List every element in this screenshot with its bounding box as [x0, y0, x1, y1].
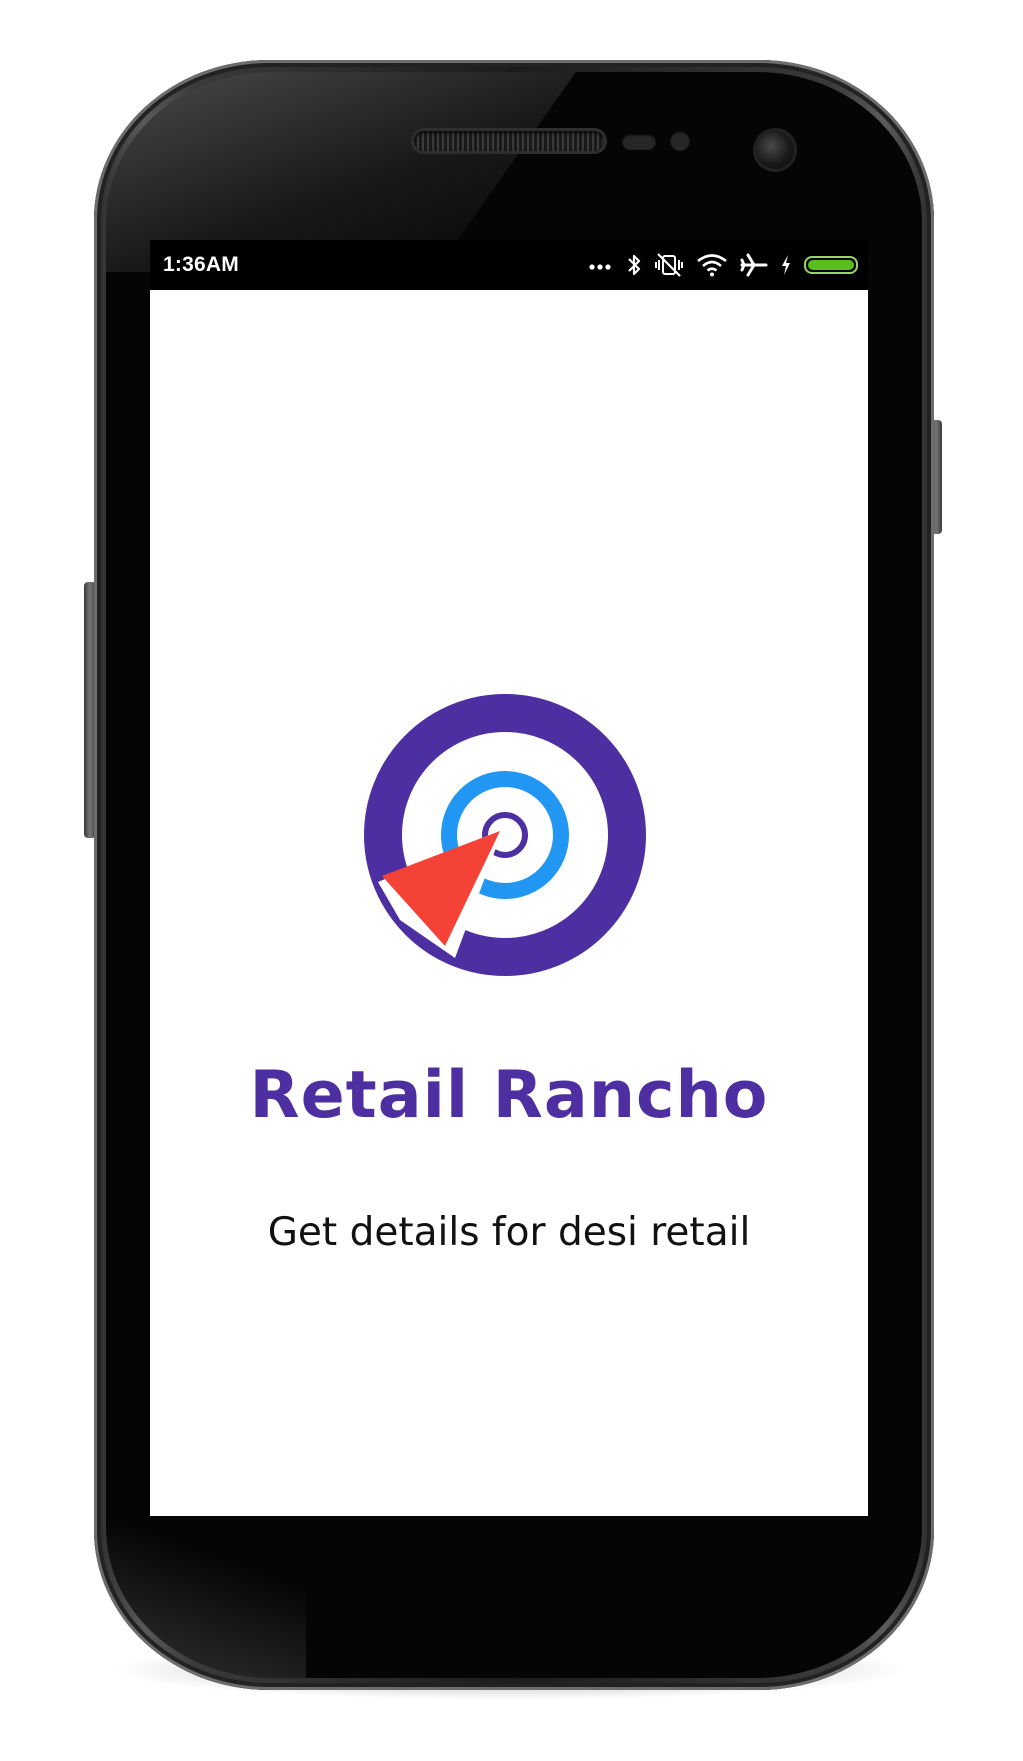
bluetooth-icon: [626, 252, 642, 278]
status-bar: 1:36AM: [150, 240, 868, 290]
status-icons: [588, 248, 858, 282]
phone-screen: 1:36AM Retail Rancho Get details for des…: [150, 240, 868, 1516]
front-camera: [756, 131, 794, 169]
battery-icon: [804, 256, 858, 274]
splash-content: Retail Rancho Get details for desi retai…: [150, 290, 868, 1516]
app-name: Retail Rancho: [249, 1058, 769, 1133]
status-time: 1:36AM: [163, 253, 239, 276]
tagline: Get details for desi retail: [267, 1210, 751, 1255]
proximity-sensor: [622, 134, 656, 150]
wifi-icon: [696, 253, 728, 277]
charging-icon: [780, 254, 792, 276]
light-sensor: [670, 131, 690, 151]
earpiece-speaker: [414, 131, 604, 151]
battery-level: [808, 260, 854, 270]
retail-rancho-logo: [360, 690, 650, 980]
airplane-icon: [740, 252, 768, 278]
logo-graphic: [364, 694, 646, 976]
vibrate-off-icon: [654, 252, 684, 278]
stage: 1:36AM Retail Rancho Get details for des…: [0, 0, 1023, 1761]
more-dots-icon: [588, 260, 614, 270]
